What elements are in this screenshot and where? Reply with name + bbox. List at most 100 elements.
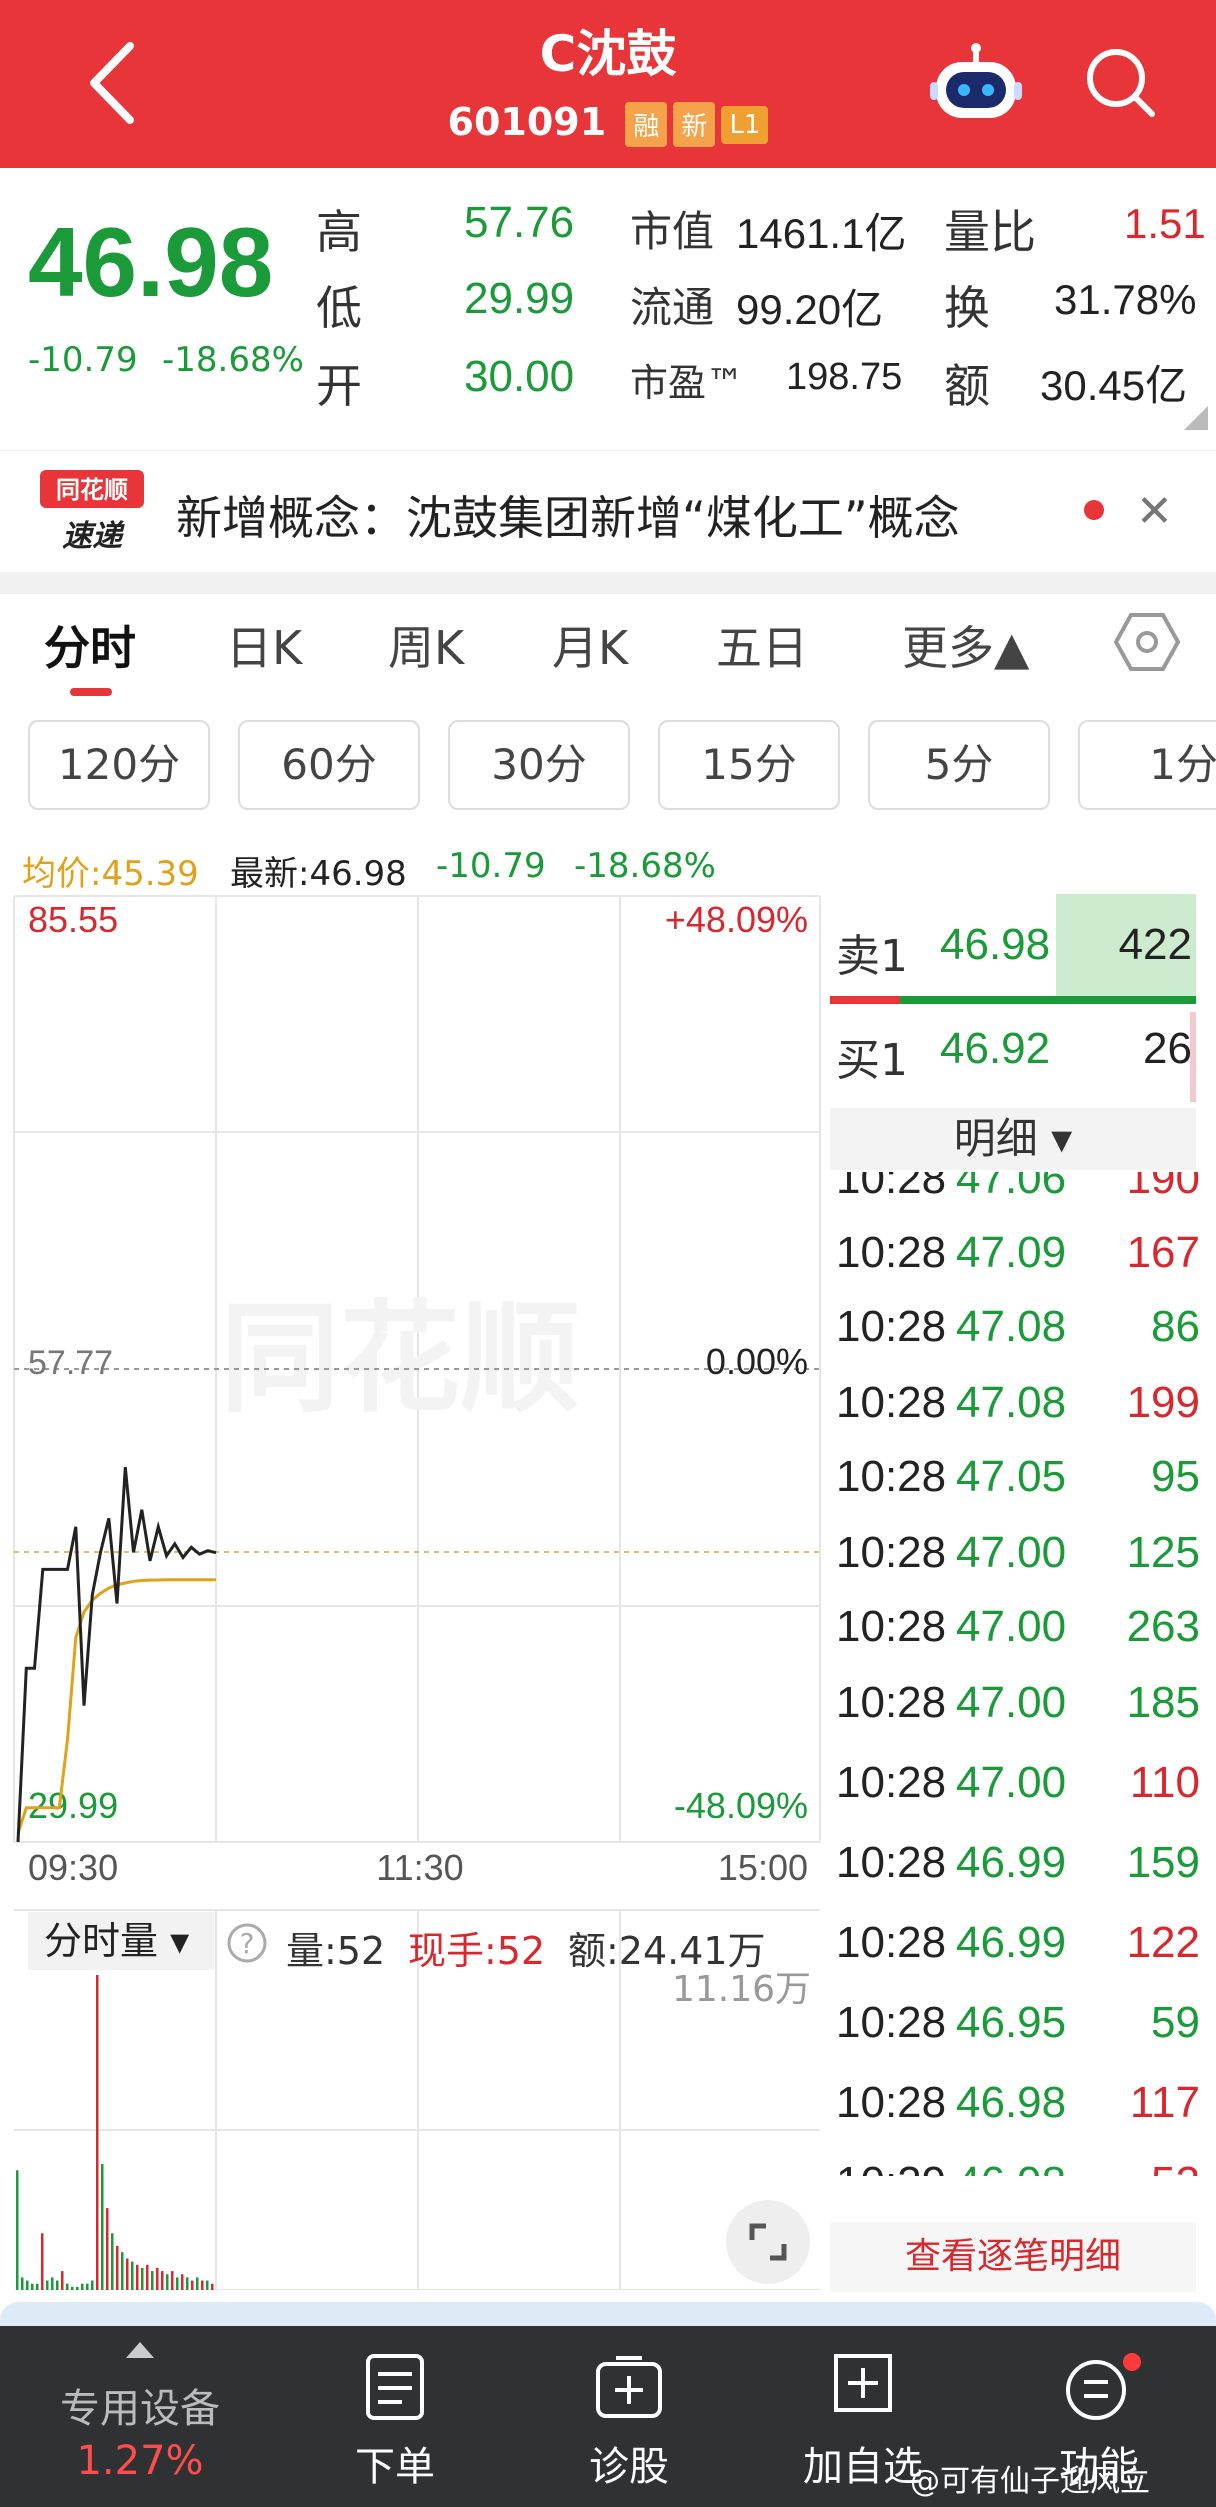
- search-icon[interactable]: [1080, 42, 1160, 122]
- avg-price: 均价:45.39: [22, 854, 199, 894]
- period-30min[interactable]: 30分: [448, 720, 630, 810]
- tonghuashun-express-logo: 同花顺 速递: [40, 470, 144, 554]
- volume-ratio-label: 量比: [944, 205, 1036, 259]
- float-label: 流通: [630, 283, 715, 332]
- trade-price: 47.06: [956, 1172, 1067, 1203]
- pct-mid-label: 0.00%: [706, 1341, 808, 1382]
- trade-price: 47.05: [956, 1452, 1067, 1501]
- order-form-icon[interactable]: [364, 2352, 426, 2422]
- x-label-noon: 11:30: [376, 1847, 463, 1888]
- mcap-value: 1461.1亿: [736, 210, 907, 257]
- volume-bar: [211, 2283, 214, 2290]
- volume-bar: [121, 2252, 124, 2290]
- diagnose-icon[interactable]: [594, 2354, 664, 2420]
- trade-volume: 52: [1151, 2158, 1200, 2176]
- volume-dropdown-label: 分时量: [44, 1919, 159, 1963]
- mcap-label: 市值: [630, 207, 715, 256]
- trade-price: 46.99: [956, 1838, 1067, 1887]
- trade-time: 10:28: [836, 1678, 947, 1727]
- volume-bar: [171, 2271, 174, 2290]
- fullscreen-icon[interactable]: [726, 2200, 810, 2284]
- volume-bar: [156, 2267, 159, 2290]
- period-120min[interactable]: 120分: [28, 720, 210, 810]
- period-5min[interactable]: 5分: [868, 720, 1050, 810]
- tab-weekly-k[interactable]: 周K: [388, 612, 464, 678]
- volume-bar: [41, 2233, 44, 2290]
- caret-up-icon[interactable]: [124, 2340, 156, 2360]
- logo-top-text: 同花顺: [56, 476, 128, 504]
- logo-bottom-text: 速递: [62, 519, 125, 554]
- latest-price: 最新:46.98: [230, 854, 407, 894]
- y-top-label: 85.55: [28, 899, 118, 940]
- trade-row: 10:28 47.00 125: [830, 1528, 1200, 1598]
- volume-bar: [201, 2280, 204, 2290]
- pe-label: 市盈™: [630, 361, 745, 405]
- order-button[interactable]: 下单: [320, 2434, 470, 2492]
- pct-bottom-label: -48.09%: [674, 1785, 808, 1826]
- pe-value: 198.75: [786, 356, 903, 398]
- tab-more[interactable]: 更多▲: [902, 612, 1029, 678]
- menu-icon[interactable]: [1064, 2352, 1150, 2422]
- detail-dropdown[interactable]: 明细 ▾: [830, 1108, 1196, 1170]
- period-1min[interactable]: 1分: [1078, 720, 1216, 810]
- period-15min[interactable]: 15分: [658, 720, 840, 810]
- trade-detail-list[interactable]: 10:28 47.06 190 10:28 47.09 167 10:28 47.08 86 10…: [830, 1172, 1216, 2176]
- trade-row: 10:28 47.00 110: [830, 1758, 1200, 1828]
- trade-row: 10:28 47.00 263: [830, 1602, 1200, 1672]
- volume-bar: [161, 2271, 164, 2290]
- diagnose-button[interactable]: 诊股: [554, 2434, 704, 2492]
- trade-volume: 185: [1126, 1678, 1200, 1727]
- trade-time: 10:28: [836, 1378, 947, 1427]
- intraday-chart[interactable]: 同花顺 85.55 57.77 29.99 +48.09% 0.00% -48.…: [0, 890, 826, 2290]
- trade-volume: 122: [1126, 1918, 1200, 1967]
- help-icon[interactable]: ?: [226, 1922, 268, 1964]
- volume-bar: [116, 2245, 119, 2290]
- settings-hexagon-icon[interactable]: [1114, 612, 1180, 672]
- view-all-trades-link[interactable]: 查看逐笔明细: [830, 2222, 1196, 2292]
- trade-time: 10:28: [836, 1758, 947, 1807]
- trade-time: 10:28: [836, 1172, 947, 1203]
- close-icon[interactable]: ✕: [1136, 486, 1173, 537]
- volume-bar: [86, 2283, 89, 2290]
- current-hand-value: 现手:52: [408, 1929, 546, 1973]
- tab-daily-k[interactable]: 日K: [226, 612, 302, 678]
- trade-time: 10:28: [836, 2078, 947, 2127]
- high-label: 高: [316, 205, 362, 259]
- trade-volume: 86: [1151, 1302, 1200, 1351]
- volume-bar: [56, 2280, 59, 2290]
- news-text[interactable]: 新增概念：沈鼓集团新增“煤化工”概念: [176, 482, 960, 548]
- app-header: C沈鼓 601091 融新 L1: [0, 0, 1216, 168]
- trade-price: 47.08: [956, 1302, 1067, 1351]
- trade-row: 10:28 47.08 199: [830, 1378, 1200, 1448]
- trade-volume: 263: [1126, 1602, 1200, 1651]
- corner-triangle-icon[interactable]: [1184, 406, 1208, 430]
- volume-bar: [136, 2264, 139, 2290]
- trade-price: 46.98: [956, 2078, 1067, 2127]
- x-label-open: 09:30: [28, 1847, 118, 1888]
- trade-row: 10:29 46.98 52: [830, 2158, 1200, 2176]
- trade-time: 10:28: [836, 1302, 947, 1351]
- chart-grid: [13, 895, 821, 2290]
- trade-price: 46.99: [956, 1918, 1067, 1967]
- trade-volume: 159: [1126, 1838, 1200, 1887]
- ask1-volume: 422: [1118, 920, 1192, 969]
- trade-time: 10:28: [836, 1452, 947, 1501]
- robot-assistant-icon[interactable]: [930, 40, 1022, 132]
- add-watchlist-icon[interactable]: [832, 2352, 894, 2414]
- bid1-price[interactable]: 46.92: [940, 1024, 1050, 1074]
- period-60min[interactable]: 60分: [238, 720, 420, 810]
- ask1-price[interactable]: 46.98: [940, 920, 1050, 970]
- volume-bar: [101, 2164, 104, 2290]
- trade-time: 10:28: [836, 1528, 947, 1577]
- trade-price: 47.00: [956, 1758, 1067, 1807]
- volume-type-dropdown[interactable]: 分时量 ▾: [28, 1912, 214, 1970]
- volume-bar: [66, 2283, 69, 2290]
- tab-five-day[interactable]: 五日: [716, 612, 808, 678]
- sector-name[interactable]: 专用设备: [20, 2376, 260, 2434]
- low-label: 低: [316, 281, 362, 335]
- turnover-label: 换: [944, 281, 990, 335]
- volume-bar: [71, 2286, 74, 2290]
- tab-monthly-k[interactable]: 月K: [552, 612, 628, 678]
- bid1-volume: 26: [1143, 1024, 1192, 1073]
- tab-intraday[interactable]: 分时: [44, 612, 136, 678]
